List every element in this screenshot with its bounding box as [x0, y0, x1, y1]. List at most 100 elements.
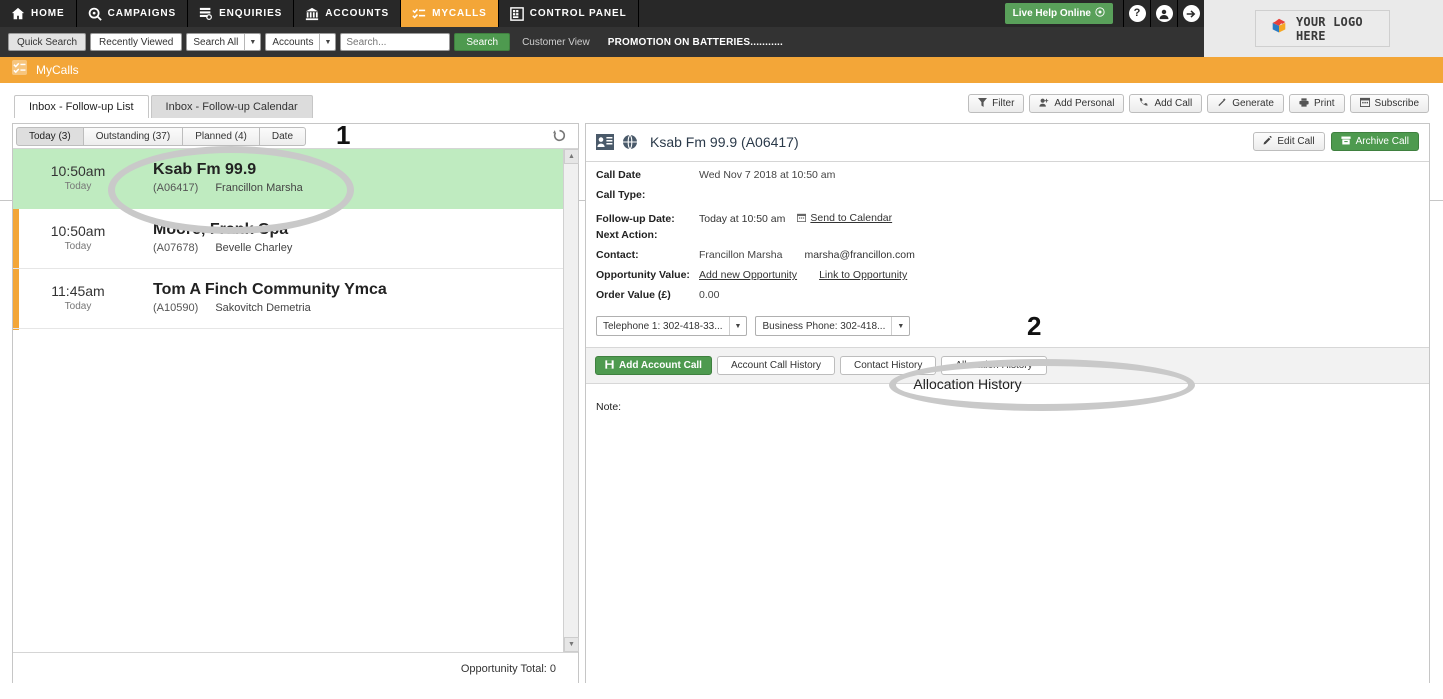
- call-detail-panel: Ksab Fm 99.9 (A06417) Edit Call Archive …: [585, 123, 1430, 686]
- field-value: 0.00: [699, 289, 720, 301]
- link-to-opportunity-link[interactable]: Link to Opportunity: [819, 269, 907, 281]
- archive-box-icon: [1341, 136, 1351, 148]
- field-label: Order Value (£): [596, 289, 671, 301]
- nav-item-home-label: HOME: [31, 8, 65, 19]
- call-info-cell: Ksab Fm 99.9 (A06417) Francillon Marsha: [143, 160, 303, 198]
- filter-tab-today[interactable]: Today (3): [16, 127, 84, 146]
- arrow-right-icon: [1182, 5, 1200, 22]
- telephone-1-select[interactable]: Telephone 1: 302-418-33... ▼: [596, 316, 748, 336]
- grid-icon: [509, 6, 524, 21]
- logout-button[interactable]: [1177, 0, 1204, 27]
- module-title: MyCalls: [36, 63, 79, 77]
- subscribe-button[interactable]: Subscribe: [1349, 94, 1429, 113]
- note-label: Note:: [596, 401, 622, 413]
- add-account-call-button[interactable]: Add Account Call: [595, 356, 712, 375]
- nav-item-mycalls[interactable]: MYCALLS: [401, 0, 499, 27]
- scroll-down-icon[interactable]: ▼: [564, 637, 579, 652]
- nav-item-accounts[interactable]: ACCOUNTS: [294, 0, 402, 27]
- window-bottom-edge: [0, 683, 1443, 699]
- archive-call-button[interactable]: Archive Call: [1330, 132, 1419, 151]
- filter-tab-planned[interactable]: Planned (4): [182, 127, 260, 146]
- field-label: Call Date: [596, 169, 641, 181]
- filter-button[interactable]: Filter: [968, 94, 1025, 113]
- nav-item-control-panel[interactable]: CONTROL PANEL: [499, 0, 639, 27]
- live-help-status-icon: [1095, 7, 1105, 20]
- send-to-calendar-link[interactable]: Send to Calendar: [810, 212, 892, 224]
- search-type-select[interactable]: Accounts ▼: [265, 33, 337, 51]
- refresh-icon[interactable]: [552, 129, 566, 147]
- archive-call-label: Archive Call: [1355, 136, 1409, 147]
- filter-tab-date[interactable]: Date: [258, 127, 307, 146]
- call-account-name: Ksab Fm 99.9: [153, 160, 257, 178]
- add-call-button[interactable]: Add Call: [1129, 94, 1203, 113]
- checklist-icon: [412, 7, 426, 21]
- call-account-name: Tom A Finch Community Ymca: [153, 280, 387, 298]
- field-order-value: Order Value (£) 0.00: [586, 289, 1429, 309]
- chevron-down-icon: ▼: [891, 317, 909, 335]
- home-icon: [11, 7, 25, 21]
- print-button-label: Print: [1313, 98, 1335, 109]
- bank-icon: [305, 7, 319, 21]
- edit-call-button[interactable]: Edit Call: [1253, 132, 1325, 151]
- business-phone-value: Business Phone: 302-418...: [762, 320, 886, 332]
- telephone-1-value: Telephone 1: 302-418-33...: [603, 320, 723, 332]
- quick-search-bar: Quick Search Recently Viewed Search All …: [0, 27, 1204, 57]
- call-time: 10:50am: [50, 163, 106, 180]
- field-label: Call Type:: [596, 189, 646, 201]
- printer-icon: [1299, 97, 1309, 110]
- help-button[interactable]: ?: [1123, 0, 1150, 27]
- generate-button-label: Generate: [1232, 98, 1274, 109]
- add-personal-button[interactable]: Add Personal: [1029, 94, 1125, 113]
- contact-email-value[interactable]: marsha@francillon.com: [804, 249, 914, 261]
- live-help-button[interactable]: Live Help Online: [1004, 3, 1113, 24]
- logo-area: YOUR LOGO HERE: [1204, 0, 1443, 57]
- contact-name-value: Francillon Marsha: [699, 249, 783, 261]
- chevron-down-icon: ▼: [319, 34, 335, 50]
- nav-item-enquiries[interactable]: ENQUIRIES: [188, 0, 295, 27]
- tab-account-call-history[interactable]: Account Call History: [716, 356, 835, 375]
- user-menu-button[interactable]: [1150, 0, 1177, 27]
- field-value: Today at 10:50 am: [699, 213, 786, 225]
- call-contact-name: Sakovitch Demetria: [215, 301, 311, 314]
- field-next-action: Next Action:: [586, 229, 1429, 249]
- page-title: Ksab Fm 99.9 (A06417): [650, 134, 799, 150]
- add-new-opportunity-link[interactable]: Add new Opportunity: [699, 269, 797, 281]
- tab-inbox-followup-calendar[interactable]: Inbox - Follow-up Calendar: [150, 95, 313, 118]
- call-account-number: (A10590): [153, 301, 199, 314]
- search-scope-select[interactable]: Search All ▼: [186, 33, 262, 51]
- nav-item-enquiries-label: ENQUIRIES: [219, 8, 283, 19]
- scroll-up-icon[interactable]: ▲: [564, 149, 579, 164]
- call-detail-fields: Call Date Wed Nov 7 2018 at 10:50 am Cal…: [586, 162, 1429, 309]
- account-card-icon: [596, 134, 614, 155]
- business-phone-select[interactable]: Business Phone: 302-418... ▼: [755, 316, 911, 336]
- table-row[interactable]: 10:50am Today Ksab Fm 99.9 (A06417) Fran…: [13, 149, 565, 209]
- quick-search-button[interactable]: Quick Search: [8, 33, 87, 51]
- search-button[interactable]: Search: [454, 33, 511, 51]
- list-panel-footer: Opportunity Total: 0: [13, 652, 578, 685]
- call-detail-actions: Edit Call Archive Call: [1253, 132, 1419, 151]
- customer-view-link[interactable]: Customer View: [522, 37, 590, 48]
- field-contact: Contact: Francillon Marsha marsha@franci…: [586, 249, 1429, 269]
- print-button[interactable]: Print: [1288, 94, 1345, 113]
- globe-icon[interactable]: [622, 134, 638, 155]
- filter-tab-outstanding[interactable]: Outstanding (37): [82, 127, 184, 146]
- field-value: Wed Nov 7 2018 at 10:50 am: [699, 169, 836, 181]
- table-row[interactable]: 10:50am Today Moore, Frank Cpa (A07678) …: [13, 209, 565, 269]
- call-list-scrollbar[interactable]: ▲ ▼: [563, 149, 579, 652]
- recently-viewed-button[interactable]: Recently Viewed: [90, 33, 183, 51]
- megaphone-icon: [88, 7, 102, 21]
- funnel-icon: [978, 97, 988, 110]
- search-input[interactable]: [340, 33, 451, 51]
- field-label: Next Action:: [596, 229, 658, 241]
- generate-button[interactable]: Generate: [1207, 94, 1284, 113]
- call-subline: (A07678) Bevelle Charley: [153, 240, 292, 258]
- nav-item-campaigns[interactable]: CAMPAIGNS: [77, 0, 189, 27]
- nav-item-home[interactable]: HOME: [0, 0, 77, 27]
- page-toolbar: Filter Add Personal Add Call Generate Pr…: [968, 94, 1429, 113]
- allocation-history-highlight-label[interactable]: Allocation History: [901, 372, 1034, 396]
- application-window: HOME CAMPAIGNS ENQUIRIES ACCOUNTS MYCALL…: [0, 0, 1443, 699]
- table-row[interactable]: 11:45am Today Tom A Finch Community Ymca…: [13, 269, 565, 329]
- call-subline: (A10590) Sakovitch Demetria: [153, 300, 387, 318]
- tab-inbox-followup-list[interactable]: Inbox - Follow-up List: [14, 95, 149, 118]
- call-account-number: (A07678): [153, 241, 199, 254]
